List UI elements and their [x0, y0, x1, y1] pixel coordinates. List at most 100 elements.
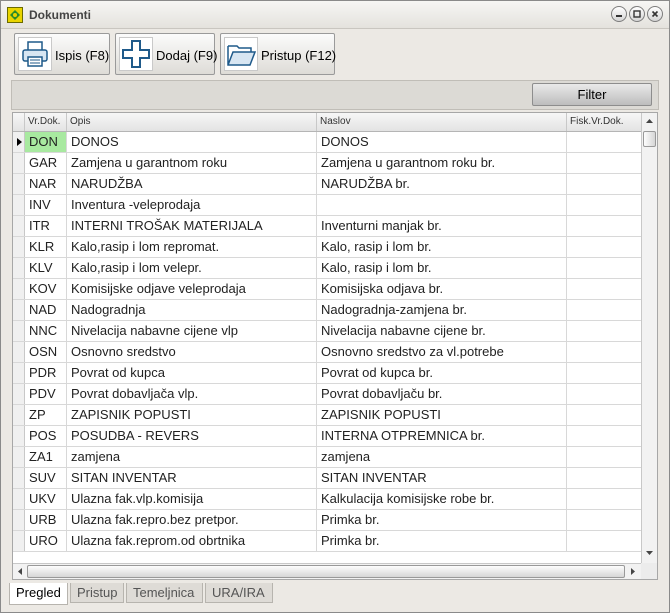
cell-opis[interactable]: Osnovno sredstvo	[67, 342, 317, 362]
tab-temeljnica[interactable]: Temeljnica	[126, 583, 203, 603]
row-indicator[interactable]	[13, 216, 25, 236]
maximize-button[interactable]	[629, 6, 645, 22]
table-row[interactable]: KOV Komisijske odjave veleprodaja Komisijs…	[13, 279, 641, 300]
row-indicator[interactable]	[13, 405, 25, 425]
cell-naslov[interactable]: Komisijska odjava br.	[317, 279, 567, 299]
cell-vr-dok[interactable]: KLV	[25, 258, 67, 278]
cell-naslov[interactable]: Nivelacija nabavne cijene br.	[317, 321, 567, 341]
cell-fisk-vr-dok[interactable]	[567, 174, 641, 194]
cell-naslov[interactable]: ZAPISNIK POPUSTI	[317, 405, 567, 425]
cell-vr-dok[interactable]: DON	[25, 132, 67, 152]
cell-naslov[interactable]: Osnovno sredstvo za vl.potrebe	[317, 342, 567, 362]
table-row[interactable]: POS POSUDBA - REVERS INTERNA OTPREMNICA br…	[13, 426, 641, 447]
cell-naslov[interactable]: SITAN INVENTAR	[317, 468, 567, 488]
cell-fisk-vr-dok[interactable]	[567, 384, 641, 404]
cell-opis[interactable]: Kalo,rasip i lom repromat.	[67, 237, 317, 257]
cell-vr-dok[interactable]: NAD	[25, 300, 67, 320]
cell-opis[interactable]: SITAN INVENTAR	[67, 468, 317, 488]
cell-naslov[interactable]: INTERNA OTPREMNICA br.	[317, 426, 567, 446]
table-row[interactable]: URB Ulazna fak.repro.bez pretpor. Primka b…	[13, 510, 641, 531]
cell-vr-dok[interactable]: UKV	[25, 489, 67, 509]
cell-fisk-vr-dok[interactable]	[567, 216, 641, 236]
cell-naslov[interactable]: Inventurni manjak br.	[317, 216, 567, 236]
cell-opis[interactable]: Ulazna fak.repro.bez pretpor.	[67, 510, 317, 530]
row-indicator[interactable]	[13, 447, 25, 467]
row-indicator[interactable]	[13, 510, 25, 530]
table-row[interactable]: ITR INTERNI TROŠAK MATERIJALA Inventurni m…	[13, 216, 641, 237]
row-indicator[interactable]	[13, 489, 25, 509]
cell-opis[interactable]: Povrat dobavljača vlp.	[67, 384, 317, 404]
tab-ura-ira[interactable]: URA/IRA	[205, 583, 273, 603]
table-row[interactable]: INV Inventura -veleprodaja	[13, 195, 641, 216]
table-row[interactable]: NAD Nadogradnja Nadogradnja-zamjena br.	[13, 300, 641, 321]
cell-naslov[interactable]: Kalo, rasip i lom br.	[317, 258, 567, 278]
access-button[interactable]: Pristup (F12)	[220, 33, 336, 75]
cell-naslov[interactable]: Primka br.	[317, 510, 567, 530]
cell-vr-dok[interactable]: URO	[25, 531, 67, 551]
cell-opis[interactable]: DONOS	[67, 132, 317, 152]
cell-opis[interactable]: Komisijske odjave veleprodaja	[67, 279, 317, 299]
cell-opis[interactable]: Inventura -veleprodaja	[67, 195, 317, 215]
row-indicator[interactable]	[13, 279, 25, 299]
cell-vr-dok[interactable]: OSN	[25, 342, 67, 362]
vertical-scroll-thumb[interactable]	[643, 131, 656, 147]
row-indicator[interactable]	[13, 531, 25, 551]
scroll-left-arrow-icon[interactable]	[14, 565, 27, 578]
row-indicator[interactable]	[13, 258, 25, 278]
column-header-vr-dok[interactable]: Vr.Dok.	[25, 113, 67, 131]
cell-vr-dok[interactable]: ITR	[25, 216, 67, 236]
close-button[interactable]	[647, 6, 663, 22]
cell-naslov[interactable]: Povrat od kupca br.	[317, 363, 567, 383]
cell-vr-dok[interactable]: PDV	[25, 384, 67, 404]
cell-opis[interactable]: Povrat od kupca	[67, 363, 317, 383]
cell-vr-dok[interactable]: URB	[25, 510, 67, 530]
cell-opis[interactable]: zamjena	[67, 447, 317, 467]
row-indicator[interactable]	[13, 426, 25, 446]
cell-vr-dok[interactable]: NNC	[25, 321, 67, 341]
table-row[interactable]: GAR Zamjena u garantnom roku Zamjena u gar…	[13, 153, 641, 174]
table-row[interactable]: NAR NARUDŽBA NARUDŽBA br.	[13, 174, 641, 195]
cell-fisk-vr-dok[interactable]	[567, 342, 641, 362]
cell-naslov[interactable]: Kalkulacija komisijske robe br.	[317, 489, 567, 509]
cell-opis[interactable]: Ulazna fak.vlp.komisija	[67, 489, 317, 509]
cell-opis[interactable]: Nadogradnja	[67, 300, 317, 320]
cell-vr-dok[interactable]: SUV	[25, 468, 67, 488]
cell-naslov[interactable]: zamjena	[317, 447, 567, 467]
table-row[interactable]: SUV SITAN INVENTAR SITAN INVENTAR	[13, 468, 641, 489]
cell-opis[interactable]: Ulazna fak.reprom.od obrtnika	[67, 531, 317, 551]
cell-naslov[interactable]: Primka br.	[317, 531, 567, 551]
table-row[interactable]: PDR Povrat od kupca Povrat od kupca br.	[13, 363, 641, 384]
row-indicator[interactable]	[13, 342, 25, 362]
table-row[interactable]: ZA1 zamjena zamjena	[13, 447, 641, 468]
cell-naslov[interactable]	[317, 195, 567, 215]
cell-fisk-vr-dok[interactable]	[567, 153, 641, 173]
row-indicator[interactable]	[13, 321, 25, 341]
cell-opis[interactable]: INTERNI TROŠAK MATERIJALA	[67, 216, 317, 236]
cell-fisk-vr-dok[interactable]	[567, 321, 641, 341]
title-bar[interactable]: Dokumenti	[1, 1, 669, 29]
cell-fisk-vr-dok[interactable]	[567, 405, 641, 425]
cell-fisk-vr-dok[interactable]	[567, 489, 641, 509]
cell-vr-dok[interactable]: ZP	[25, 405, 67, 425]
table-row[interactable]: PDV Povrat dobavljača vlp. Povrat dobavlja…	[13, 384, 641, 405]
cell-opis[interactable]: Kalo,rasip i lom velepr.	[67, 258, 317, 278]
print-button[interactable]: Ispis (F8)	[14, 33, 110, 75]
cell-opis[interactable]: POSUDBA - REVERS	[67, 426, 317, 446]
cell-naslov[interactable]: Nadogradnja-zamjena br.	[317, 300, 567, 320]
table-row[interactable]: NNC Nivelacija nabavne cijene vlp Nivelaci…	[13, 321, 641, 342]
scroll-down-arrow-icon[interactable]	[643, 546, 656, 560]
cell-opis[interactable]: NARUDŽBA	[67, 174, 317, 194]
row-indicator[interactable]	[13, 384, 25, 404]
table-row[interactable]: UKV Ulazna fak.vlp.komisija Kalkulacija ko…	[13, 489, 641, 510]
row-indicator[interactable]	[13, 468, 25, 488]
minimize-button[interactable]	[611, 6, 627, 22]
cell-fisk-vr-dok[interactable]	[567, 195, 641, 215]
row-indicator[interactable]	[13, 153, 25, 173]
cell-fisk-vr-dok[interactable]	[567, 468, 641, 488]
cell-fisk-vr-dok[interactable]	[567, 279, 641, 299]
cell-vr-dok[interactable]: PDR	[25, 363, 67, 383]
cell-opis[interactable]: ZAPISNIK POPUSTI	[67, 405, 317, 425]
cell-vr-dok[interactable]: INV	[25, 195, 67, 215]
tab-pregled[interactable]: Pregled	[9, 583, 68, 605]
table-row[interactable]: DON DONOS DONOS	[13, 132, 641, 153]
